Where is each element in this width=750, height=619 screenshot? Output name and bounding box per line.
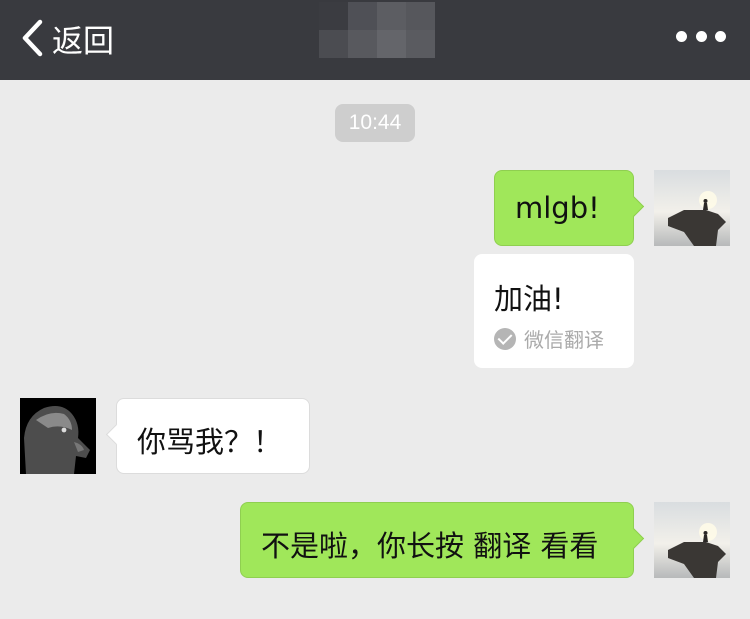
check-circle-icon — [494, 327, 516, 350]
back-button[interactable]: 返回 — [18, 16, 114, 60]
chat-title-mosaic — [319, 2, 435, 58]
back-label: 返回 — [52, 23, 114, 60]
my-avatar[interactable] — [654, 502, 730, 578]
mosaic-cell — [377, 30, 406, 58]
sent-message-bubble[interactable]: mlgb! — [494, 170, 645, 246]
mosaic-cell — [348, 2, 377, 30]
mosaic-cell — [406, 30, 435, 58]
translation-text: 加油! — [494, 282, 564, 316]
translation-badge-label: 微信翻译 — [524, 328, 604, 352]
bubble-tail — [105, 423, 128, 446]
mosaic-cell — [406, 2, 435, 30]
top-navigation-bar: 返回 — [0, 0, 750, 80]
bubble-tail — [622, 527, 645, 550]
mosaic-cell — [377, 2, 406, 30]
dot — [695, 30, 707, 42]
mosaic-cell — [319, 30, 348, 58]
my-avatar[interactable] — [654, 170, 730, 246]
message-text: mlgb! — [515, 191, 600, 225]
chevron-left-icon — [22, 19, 43, 57]
translation-badge: 微信翻译 — [494, 324, 604, 353]
bubble-tail — [622, 195, 645, 218]
mosaic-cell — [348, 30, 377, 58]
friend-avatar[interactable] — [20, 398, 96, 474]
dot — [676, 30, 687, 42]
received-message-bubble[interactable]: 你骂我？！ — [105, 398, 310, 474]
sent-message-bubble[interactable]: 不是啦，你长按 翻译 看看 — [240, 502, 645, 578]
more-dots-icon[interactable] — [676, 24, 726, 48]
message-timestamp: 10:44 — [335, 104, 415, 142]
translation-card[interactable]: 加油! 微信翻译 — [474, 254, 634, 368]
dot — [715, 30, 726, 42]
message-text: 不是啦，你长按 翻译 看看 — [261, 529, 599, 563]
mosaic-cell — [319, 2, 348, 30]
message-text: 你骂我？！ — [137, 425, 283, 459]
